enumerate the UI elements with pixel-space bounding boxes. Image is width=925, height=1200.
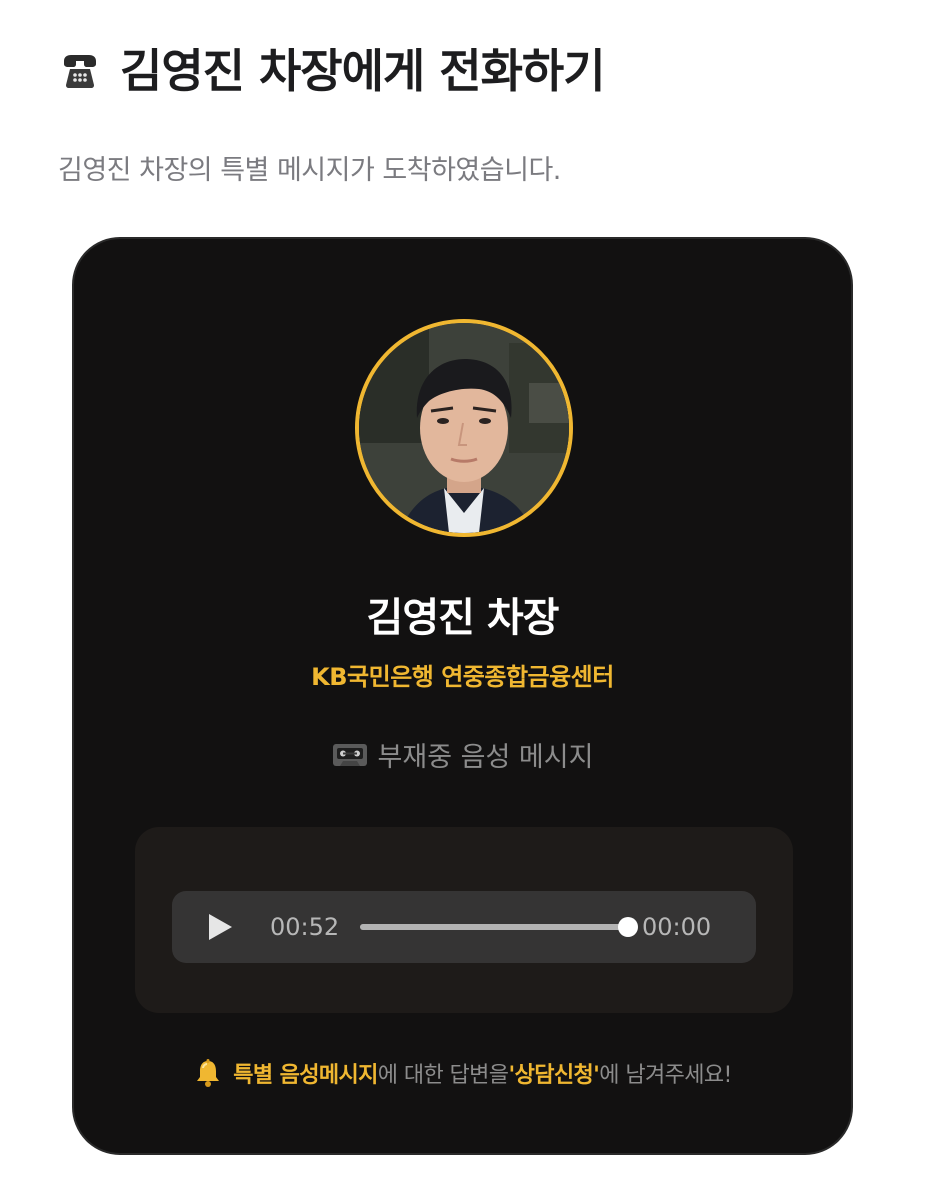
page-title: 김영진 차장에게 전화하기 (120, 44, 606, 98)
audio-player: 00:52 00:00 (172, 891, 756, 963)
contact-name: 김영진 차장 (366, 595, 560, 641)
play-icon (209, 914, 232, 940)
footer-highlight-message: 특별 음성메시지 (233, 1063, 378, 1088)
avatar (355, 319, 573, 537)
voicemail-label-text: 부재중 음성 메시지 (377, 742, 594, 773)
play-button[interactable] (200, 907, 240, 947)
profile-photo (359, 323, 569, 533)
footer-note: 특별 음성메시지 에 대한 답변을 '상담신청' 에 남겨주세요! (74, 1057, 851, 1089)
current-time: 00:52 (270, 913, 340, 941)
contact-organization: KB국민은행 연중종합금융센터 (311, 663, 614, 691)
progress-thumb[interactable] (618, 917, 638, 937)
footer-text-2: 에 남겨주세요! (599, 1063, 732, 1088)
progress-slider[interactable] (360, 917, 638, 937)
contact-card: 김영진 차장 KB국민은행 연중종합금융센터 부재중 음성 메시지 00:52 (72, 237, 853, 1155)
player-panel: 00:52 00:00 (135, 827, 793, 1013)
progress-fill (360, 924, 628, 930)
cassette-icon (332, 742, 368, 768)
total-time: 00:00 (642, 913, 712, 941)
bell-icon (193, 1058, 223, 1088)
footer-highlight-consult: '상담신청' (508, 1063, 600, 1088)
voicemail-label: 부재중 음성 메시지 (74, 735, 851, 774)
footer-text-1: 에 대한 답변을 (377, 1063, 509, 1088)
page-header: 김영진 차장에게 전화하기 (58, 44, 606, 98)
phone-icon (58, 49, 102, 93)
page-subtitle: 김영진 차장의 특별 메시지가 도착하였습니다. (58, 155, 561, 186)
